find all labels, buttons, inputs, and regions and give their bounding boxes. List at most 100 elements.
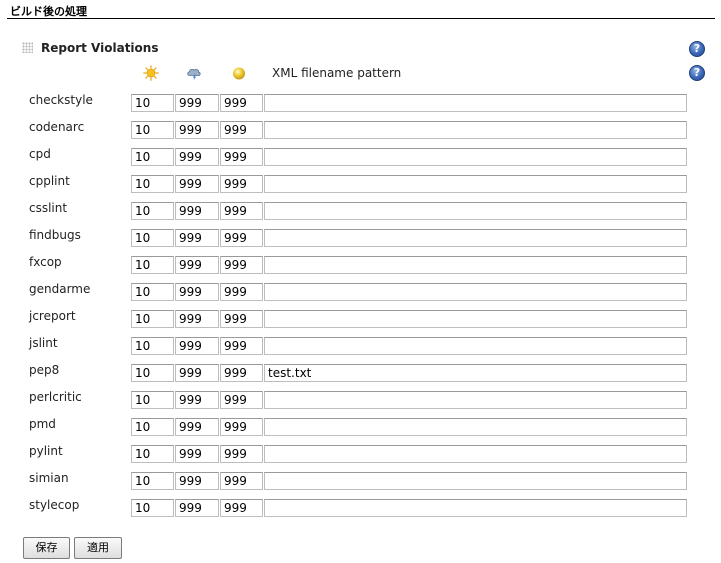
unstable-threshold-input[interactable] xyxy=(220,256,263,274)
table-row: csslint xyxy=(0,201,721,222)
max-threshold-input[interactable] xyxy=(175,256,219,274)
min-threshold-input[interactable] xyxy=(131,121,174,139)
table-row: pep8 xyxy=(0,363,721,384)
min-threshold-input[interactable] xyxy=(131,175,174,193)
max-threshold-input[interactable] xyxy=(175,418,219,436)
drag-grip-icon[interactable] xyxy=(22,42,33,53)
section-divider xyxy=(7,18,715,19)
max-threshold-input[interactable] xyxy=(175,175,219,193)
tool-name-label: jslint xyxy=(29,336,58,350)
unstable-threshold-input[interactable] xyxy=(220,472,263,490)
tool-name-label: findbugs xyxy=(29,228,81,242)
tool-name-label: pmd xyxy=(29,417,56,431)
unstable-threshold-input[interactable] xyxy=(220,94,263,112)
tool-name-label: checkstyle xyxy=(29,93,93,107)
unstable-threshold-input[interactable] xyxy=(220,499,263,517)
max-threshold-input[interactable] xyxy=(175,283,219,301)
tool-name-label: cpd xyxy=(29,147,51,161)
min-threshold-input[interactable] xyxy=(131,499,174,517)
max-threshold-input[interactable] xyxy=(175,391,219,409)
yellow-ball-icon xyxy=(233,67,245,80)
tool-name-label: pylint xyxy=(29,444,63,458)
tool-name-label: cpplint xyxy=(29,174,70,188)
table-row: perlcritic xyxy=(0,390,721,411)
unstable-threshold-input[interactable] xyxy=(220,202,263,220)
xml-pattern-input[interactable] xyxy=(264,391,687,409)
unstable-threshold-input[interactable] xyxy=(220,148,263,166)
xml-pattern-input[interactable] xyxy=(264,310,687,328)
save-button[interactable]: 保存 xyxy=(23,537,70,559)
unstable-threshold-input[interactable] xyxy=(220,175,263,193)
xml-pattern-input[interactable] xyxy=(264,148,687,166)
max-threshold-input[interactable] xyxy=(175,364,219,382)
xml-pattern-input[interactable] xyxy=(264,472,687,490)
xml-pattern-input[interactable] xyxy=(264,175,687,193)
max-threshold-input[interactable] xyxy=(175,472,219,490)
max-threshold-input[interactable] xyxy=(175,148,219,166)
table-row: pylint xyxy=(0,444,721,465)
table-row: gendarme xyxy=(0,282,721,303)
min-threshold-input[interactable] xyxy=(131,391,174,409)
table-row: codenarc xyxy=(0,120,721,141)
unstable-threshold-input[interactable] xyxy=(220,229,263,247)
table-row: stylecop xyxy=(0,498,721,519)
xml-pattern-input[interactable] xyxy=(264,121,687,139)
unstable-threshold-input[interactable] xyxy=(220,364,263,382)
xml-pattern-input[interactable] xyxy=(264,445,687,463)
max-threshold-input[interactable] xyxy=(175,310,219,328)
tool-name-label: csslint xyxy=(29,201,68,215)
min-threshold-input[interactable] xyxy=(131,418,174,436)
xml-pattern-input[interactable] xyxy=(264,202,687,220)
table-row: fxcop xyxy=(0,255,721,276)
help-icon[interactable]: ? xyxy=(689,65,705,81)
unstable-threshold-input[interactable] xyxy=(220,445,263,463)
min-threshold-input[interactable] xyxy=(131,202,174,220)
xml-pattern-input[interactable] xyxy=(264,283,687,301)
min-threshold-input[interactable] xyxy=(131,310,174,328)
max-threshold-input[interactable] xyxy=(175,121,219,139)
max-threshold-input[interactable] xyxy=(175,229,219,247)
table-row: checkstyle xyxy=(0,93,721,114)
min-threshold-input[interactable] xyxy=(131,445,174,463)
xml-pattern-input[interactable] xyxy=(264,364,687,382)
max-threshold-input[interactable] xyxy=(175,94,219,112)
min-threshold-input[interactable] xyxy=(131,283,174,301)
help-icon[interactable]: ? xyxy=(689,41,705,57)
max-threshold-input[interactable] xyxy=(175,445,219,463)
min-threshold-input[interactable] xyxy=(131,229,174,247)
xml-pattern-input[interactable] xyxy=(264,499,687,517)
xml-pattern-input[interactable] xyxy=(264,94,687,112)
tool-name-label: gendarme xyxy=(29,282,91,296)
unstable-threshold-input[interactable] xyxy=(220,310,263,328)
unstable-threshold-input[interactable] xyxy=(220,337,263,355)
xml-pattern-input[interactable] xyxy=(264,256,687,274)
xml-pattern-header: XML filename pattern xyxy=(272,66,402,80)
max-threshold-input[interactable] xyxy=(175,499,219,517)
min-threshold-input[interactable] xyxy=(131,148,174,166)
min-threshold-input[interactable] xyxy=(131,472,174,490)
min-threshold-input[interactable] xyxy=(131,337,174,355)
xml-pattern-input[interactable] xyxy=(264,418,687,436)
tool-name-label: jcreport xyxy=(29,309,76,323)
min-threshold-input[interactable] xyxy=(131,256,174,274)
max-threshold-input[interactable] xyxy=(175,202,219,220)
min-threshold-input[interactable] xyxy=(131,94,174,112)
unstable-threshold-input[interactable] xyxy=(220,391,263,409)
table-row: jcreport xyxy=(0,309,721,330)
xml-pattern-input[interactable] xyxy=(264,229,687,247)
table-row: cpplint xyxy=(0,174,721,195)
unstable-threshold-input[interactable] xyxy=(220,283,263,301)
max-threshold-input[interactable] xyxy=(175,337,219,355)
plugin-title: Report Violations xyxy=(41,41,159,55)
table-row: pmd xyxy=(0,417,721,438)
xml-pattern-input[interactable] xyxy=(264,337,687,355)
min-threshold-input[interactable] xyxy=(131,364,174,382)
tool-name-label: codenarc xyxy=(29,120,85,134)
unstable-threshold-input[interactable] xyxy=(220,418,263,436)
tool-name-label: fxcop xyxy=(29,255,62,269)
storm-cloud-icon xyxy=(187,68,201,81)
unstable-threshold-input[interactable] xyxy=(220,121,263,139)
table-row: findbugs xyxy=(0,228,721,249)
apply-button[interactable]: 適用 xyxy=(74,537,122,559)
tool-name-label: simian xyxy=(29,471,69,485)
